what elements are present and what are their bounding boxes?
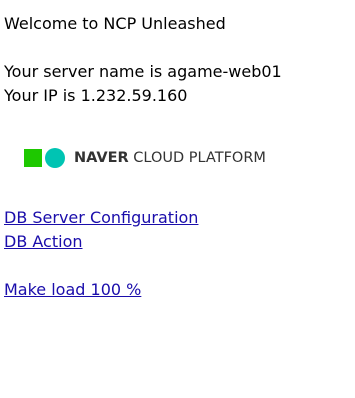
server-ip-text: Your IP is 1.232.59.160 (4, 86, 188, 105)
logo-brand: NAVER (74, 150, 129, 166)
logo-rest: CLOUD PLATFORM (128, 150, 266, 166)
logo-text: NAVER CLOUD PLATFORM (74, 150, 266, 166)
logo-mark-icon (24, 148, 65, 168)
make-load-link[interactable]: Make load 100 % (4, 278, 141, 302)
db-server-configuration-link[interactable]: DB Server Configuration (4, 206, 198, 230)
naver-cloud-platform-logo: NAVER CLOUD PLATFORM (24, 146, 266, 170)
welcome-heading: Welcome to NCP Unleashed (4, 14, 226, 33)
server-name-text: Your server name is agame-web01 (4, 62, 282, 81)
db-action-link[interactable]: DB Action (4, 230, 83, 254)
